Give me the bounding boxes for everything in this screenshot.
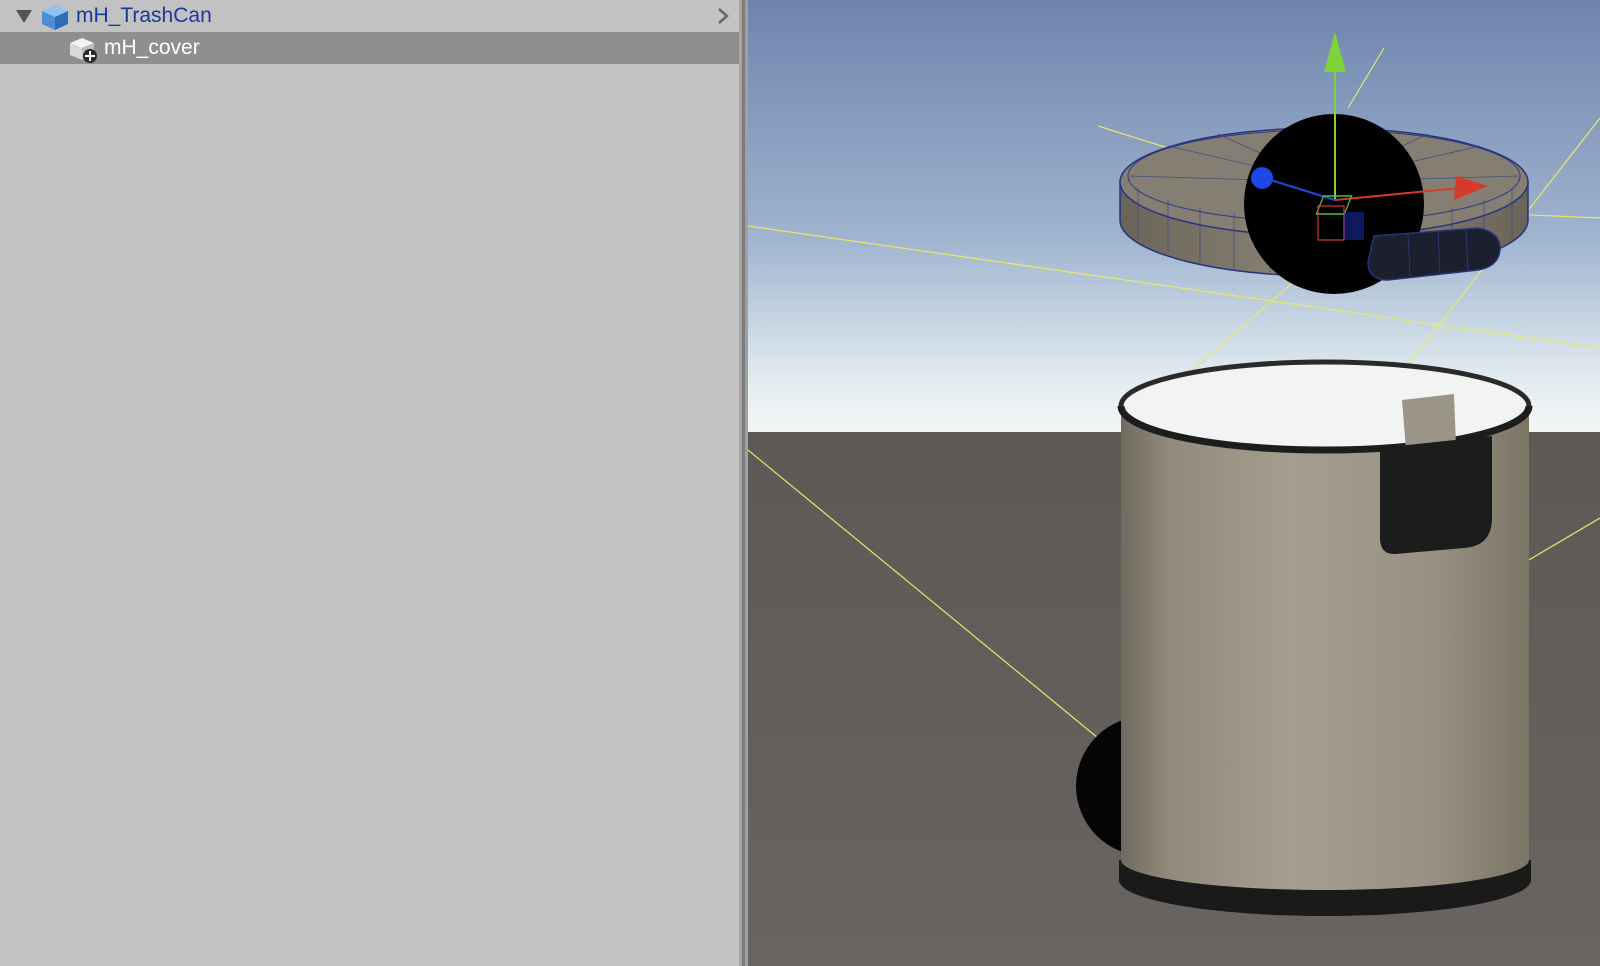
mesh-object-icon bbox=[70, 38, 97, 63]
prefab-cube-icon bbox=[42, 5, 68, 30]
hierarchy-item-label[interactable]: mH_TrashCan bbox=[76, 0, 212, 32]
expand-triangle-icon[interactable] bbox=[16, 10, 32, 23]
hierarchy-item-label[interactable]: mH_cover bbox=[104, 32, 200, 64]
panel-splitter[interactable] bbox=[739, 0, 748, 966]
z-axis-handle-icon[interactable] bbox=[1251, 167, 1273, 189]
hierarchy-panel: mH_TrashCan mH_cover bbox=[0, 0, 739, 966]
chevron-right-icon[interactable] bbox=[716, 6, 730, 26]
trashcan-mesh bbox=[1117, 359, 1533, 916]
scene-viewport[interactable] bbox=[748, 0, 1600, 966]
